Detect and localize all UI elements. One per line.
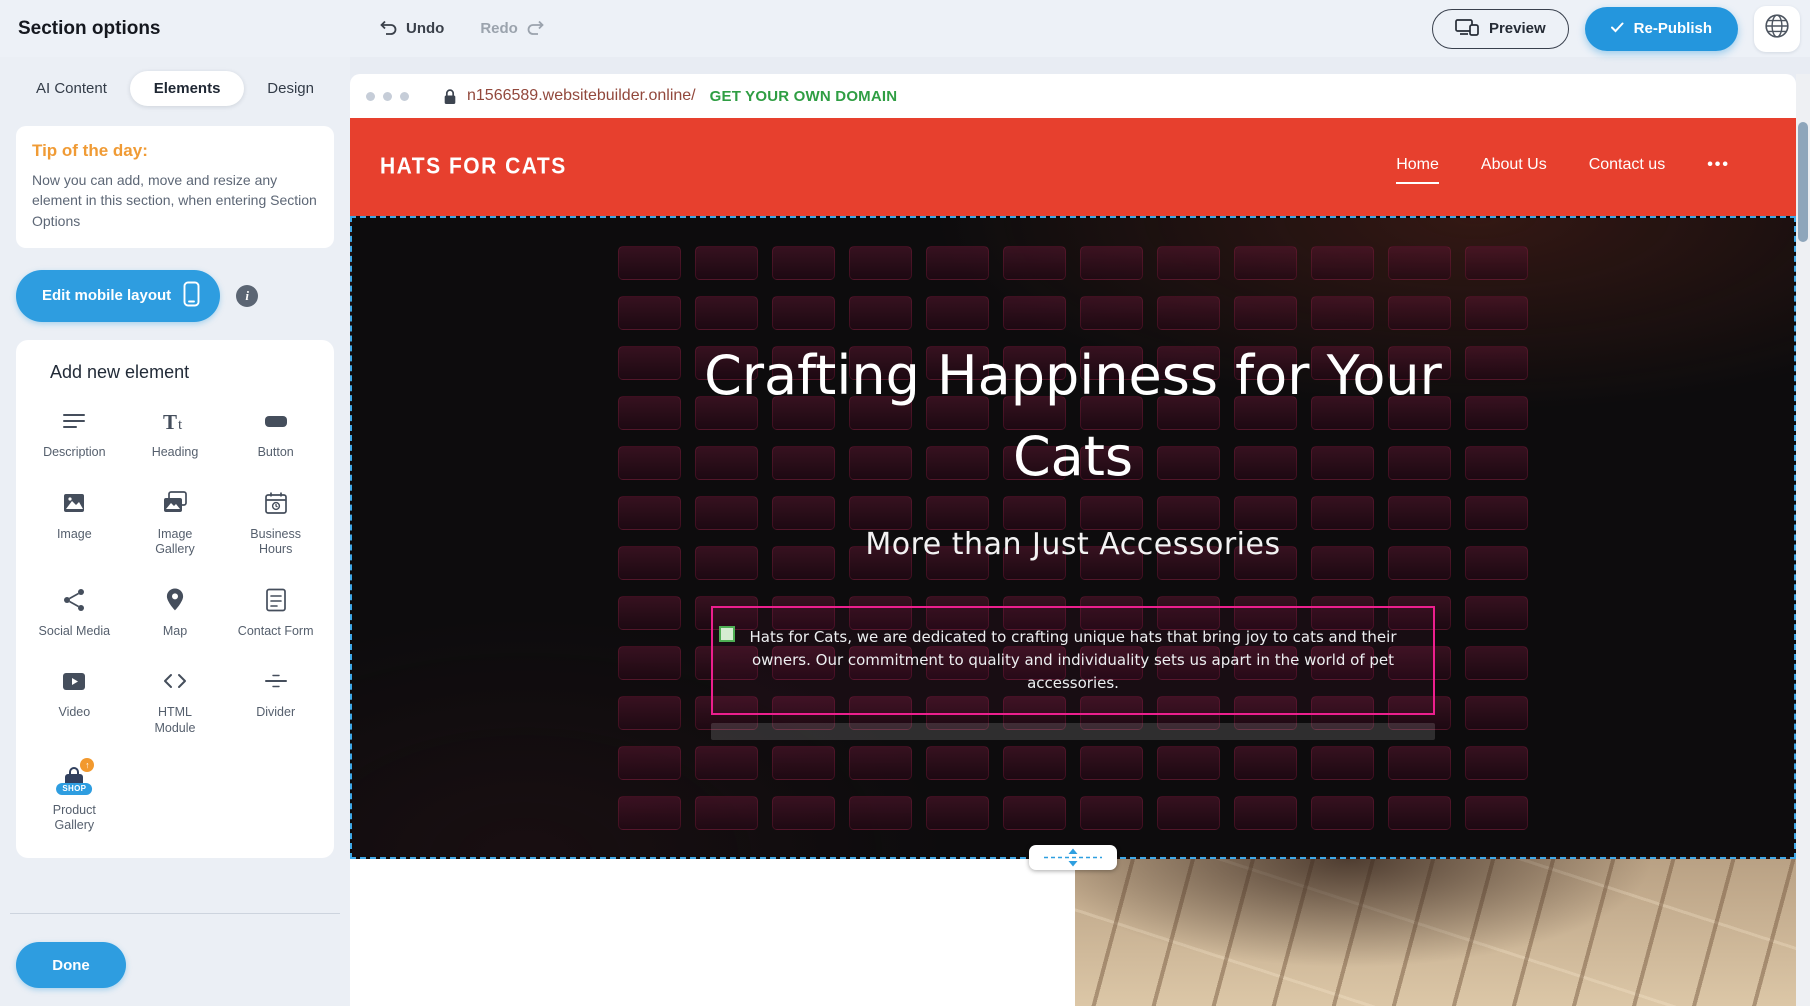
- scrollbar-track[interactable]: [1796, 74, 1810, 1006]
- browser-bar: n1566589.websitebuilder.online/ GET YOUR…: [350, 74, 1796, 118]
- element-business-hours[interactable]: Business Hours: [225, 487, 326, 558]
- mobile-layout-row: Edit mobile layout i: [16, 270, 334, 322]
- product-gallery-icon: ↑ SHOP: [58, 763, 90, 795]
- element-product-gallery[interactable]: ↑ SHOP Product Gallery: [24, 763, 125, 834]
- site-nav: Home About Us Contact us •••: [1396, 156, 1730, 178]
- element-placeholder-strip: [711, 723, 1435, 740]
- element-heading[interactable]: Tt Heading: [125, 405, 226, 461]
- devices-icon: [1455, 18, 1479, 40]
- tab-ai-content[interactable]: AI Content: [30, 71, 113, 106]
- nav-contact[interactable]: Contact us: [1589, 156, 1665, 178]
- sidebar-tabs: AI Content Elements Design: [0, 57, 350, 112]
- get-domain-link[interactable]: GET YOUR OWN DOMAIN: [710, 88, 898, 105]
- redo-label: Redo: [480, 20, 518, 37]
- next-section: [350, 859, 1796, 1006]
- element-social-media[interactable]: Social Media: [24, 584, 125, 640]
- hero-paragraph-text[interactable]: Hats for Cats, we are dedicated to craft…: [737, 626, 1409, 696]
- image-gallery-icon: [159, 487, 191, 519]
- undo-label: Undo: [406, 20, 444, 37]
- element-description[interactable]: Description: [24, 405, 125, 461]
- preview-label: Preview: [1489, 20, 1546, 37]
- site-viewport: HATS FOR CATS Home About Us Contact us •…: [350, 118, 1796, 1006]
- element-contact-form[interactable]: Contact Form: [225, 584, 326, 640]
- language-button[interactable]: [1754, 6, 1800, 52]
- site-url[interactable]: n1566589.websitebuilder.online/: [467, 87, 696, 105]
- redo-icon: [526, 19, 546, 39]
- site-header: HATS FOR CATS Home About Us Contact us •…: [350, 118, 1796, 216]
- social-media-icon: [58, 584, 90, 616]
- element-html-module[interactable]: HTML Module: [125, 665, 226, 736]
- svg-text:t: t: [178, 417, 183, 433]
- undo-redo-group: Undo Redo: [378, 19, 546, 39]
- edit-mobile-label: Edit mobile layout: [42, 287, 171, 304]
- globe-icon: [1764, 13, 1790, 44]
- check-icon: [1611, 20, 1624, 37]
- button-icon: [260, 405, 292, 437]
- next-section-photo: [1075, 859, 1796, 1006]
- nav-more-button[interactable]: •••: [1707, 156, 1730, 178]
- contact-form-icon: [260, 584, 292, 616]
- hero-paragraph-selected[interactable]: Hats for Cats, we are dedicated to craft…: [711, 606, 1435, 716]
- video-icon: [58, 665, 90, 697]
- sidebar: AI Content Elements Design Tip of the da…: [0, 57, 350, 1006]
- hero-heading[interactable]: Crafting Happiness for Your Cats: [693, 335, 1453, 497]
- element-resize-handle[interactable]: [719, 626, 735, 642]
- sidebar-divider: [10, 913, 340, 914]
- hero-section-selected[interactable]: Crafting Happiness for Your Cats More th…: [350, 216, 1796, 859]
- nav-home[interactable]: Home: [1396, 156, 1439, 178]
- main-area: n1566589.websitebuilder.online/ GET YOUR…: [350, 57, 1810, 1006]
- tab-design[interactable]: Design: [261, 71, 320, 106]
- add-element-card: Add new element Description Tt Heading B…: [16, 340, 334, 858]
- edit-mobile-layout-button[interactable]: Edit mobile layout: [16, 270, 220, 322]
- republish-label: Re-Publish: [1634, 20, 1712, 37]
- redo-button[interactable]: Redo: [480, 19, 546, 39]
- upload-badge-icon: ↑: [80, 758, 94, 772]
- element-video[interactable]: Video: [24, 665, 125, 736]
- hero-paragraph-wrap: Hats for Cats, we are dedicated to craft…: [711, 606, 1435, 741]
- add-element-title: Add new element: [24, 362, 326, 383]
- undo-icon: [378, 19, 398, 39]
- info-icon[interactable]: i: [236, 285, 258, 307]
- lock-icon: [443, 88, 457, 105]
- element-image-gallery[interactable]: Image Gallery: [125, 487, 226, 558]
- scrollbar-thumb[interactable]: [1798, 122, 1808, 242]
- element-button[interactable]: Button: [225, 405, 326, 461]
- nav-about[interactable]: About Us: [1481, 156, 1547, 178]
- element-image[interactable]: Image: [24, 487, 125, 558]
- tip-title: Tip of the day:: [32, 141, 318, 161]
- element-map[interactable]: Map: [125, 584, 226, 640]
- description-icon: [58, 405, 90, 437]
- phone-icon: [183, 281, 200, 311]
- preview-button[interactable]: Preview: [1432, 9, 1569, 49]
- tip-body: Now you can add, move and resize any ele…: [32, 170, 318, 231]
- business-hours-icon: [260, 487, 292, 519]
- map-icon: [159, 584, 191, 616]
- shop-badge: SHOP: [56, 783, 92, 795]
- site-logo[interactable]: HATS FOR CATS: [380, 154, 567, 181]
- republish-button[interactable]: Re-Publish: [1585, 7, 1738, 51]
- next-section-left: [350, 859, 1075, 1006]
- window-dots: [366, 92, 409, 101]
- window-dot: [383, 92, 392, 101]
- tip-card: Tip of the day: Now you can add, move an…: [16, 126, 334, 248]
- tab-elements[interactable]: Elements: [130, 71, 245, 106]
- heading-icon: Tt: [159, 405, 191, 437]
- image-icon: [58, 487, 90, 519]
- hero-content: Crafting Happiness for Your Cats More th…: [352, 218, 1794, 857]
- element-grid: Description Tt Heading Button Image: [24, 405, 326, 834]
- undo-button[interactable]: Undo: [378, 19, 444, 39]
- window-dot: [366, 92, 375, 101]
- page-title: Section options: [0, 18, 350, 40]
- section-resize-widget[interactable]: [1029, 845, 1117, 870]
- hero-subheading[interactable]: More than Just Accessories: [865, 527, 1280, 562]
- done-button[interactable]: Done: [16, 942, 126, 988]
- topbar: Section options Undo Redo Preview Re-Pub…: [0, 0, 1810, 57]
- element-divider[interactable]: Divider: [225, 665, 326, 736]
- divider-icon: [260, 665, 292, 697]
- html-module-icon: [159, 665, 191, 697]
- window-dot: [400, 92, 409, 101]
- svg-text:T: T: [163, 410, 177, 434]
